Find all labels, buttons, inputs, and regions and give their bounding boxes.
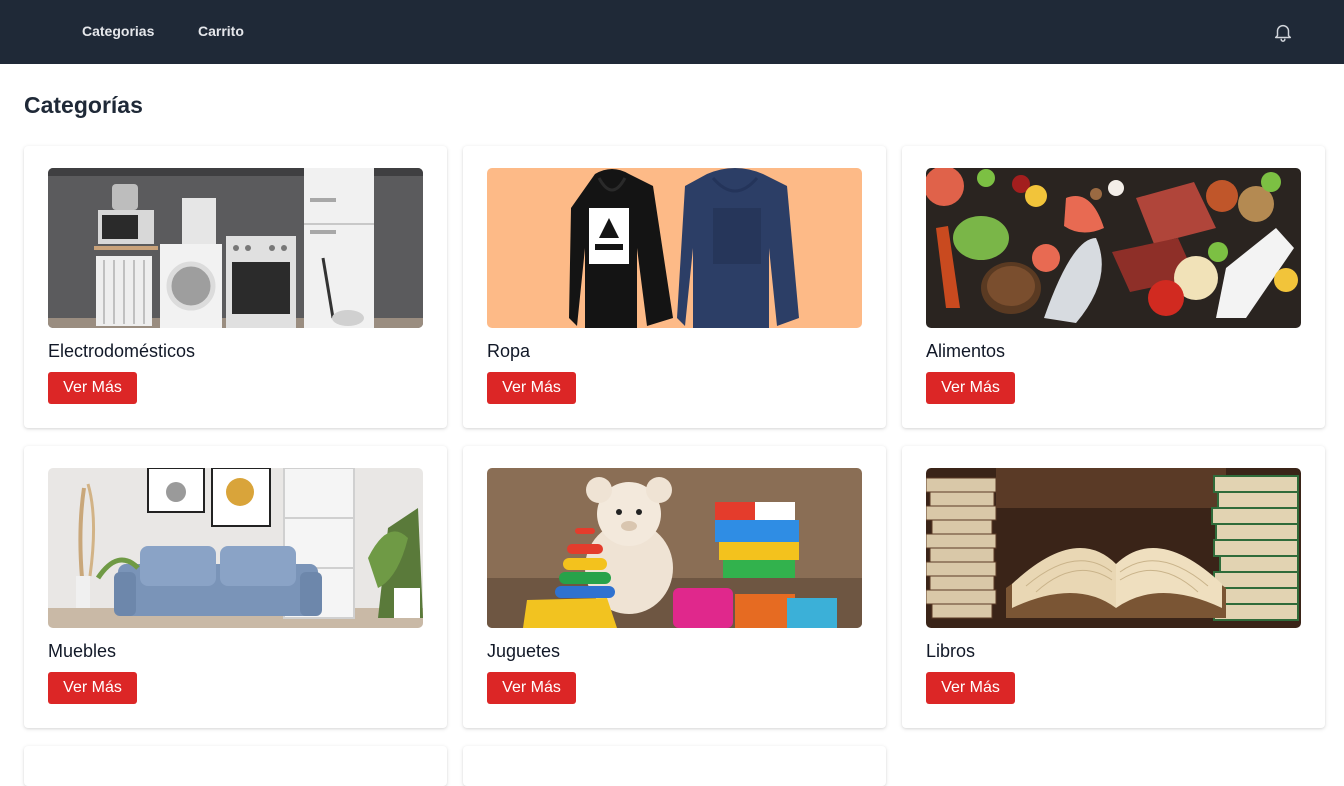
ver-mas-button[interactable]: Ver Más — [487, 672, 576, 704]
ver-mas-button[interactable]: Ver Más — [487, 372, 576, 404]
category-card — [24, 746, 447, 786]
top-navbar: Categorias Carrito — [0, 0, 1344, 64]
category-title: Electrodomésticos — [48, 341, 196, 361]
category-image-books[interactable] — [926, 468, 1301, 628]
category-card: Electrodomésticos Ver Más — [24, 146, 447, 428]
category-title: Ropa — [487, 341, 531, 361]
category-image-clothing[interactable] — [487, 168, 862, 328]
category-card: Juguetes Ver Más — [463, 446, 886, 728]
category-card: Muebles Ver Más — [24, 446, 447, 728]
category-title: Muebles — [48, 641, 117, 661]
category-image-food[interactable] — [926, 168, 1301, 328]
category-grid: Electrodomésticos Ver Más Ropa Ver Más A… — [24, 146, 1325, 786]
category-card — [463, 746, 886, 786]
category-title: Alimentos — [926, 341, 1006, 361]
ver-mas-button[interactable]: Ver Más — [48, 372, 137, 404]
category-card: Libros Ver Más — [902, 446, 1325, 728]
ver-mas-button[interactable]: Ver Más — [48, 672, 137, 704]
category-card: Alimentos Ver Más — [902, 146, 1325, 428]
category-image-toys[interactable] — [487, 468, 862, 628]
page-title: Categorías — [24, 92, 143, 118]
bell-icon[interactable] — [1272, 20, 1294, 44]
category-title: Libros — [926, 641, 976, 661]
category-image-furniture[interactable] — [48, 468, 423, 628]
category-title: Juguetes — [487, 641, 561, 661]
category-card: Ropa Ver Más — [463, 146, 886, 428]
nav-link-categorias[interactable]: Categorias — [82, 23, 154, 39]
ver-mas-button[interactable]: Ver Más — [926, 672, 1015, 704]
ver-mas-button[interactable]: Ver Más — [926, 372, 1015, 404]
nav-link-carrito[interactable]: Carrito — [198, 23, 244, 39]
category-image-appliances[interactable] — [48, 168, 423, 328]
